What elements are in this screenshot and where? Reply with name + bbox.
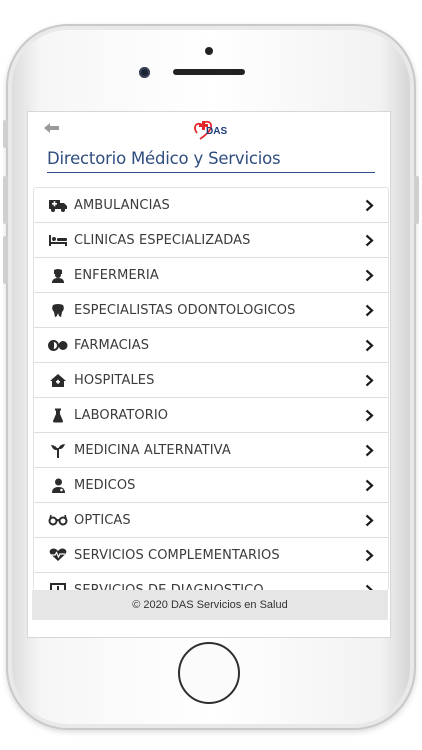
das-logo: DAS <box>194 120 227 140</box>
footer: © 2020 DAS Servicios en Salud <box>32 590 388 620</box>
volume-up-button <box>3 176 8 224</box>
list-item-opticas[interactable]: OPTICAS <box>34 503 388 538</box>
nurse-icon <box>48 267 68 283</box>
proximity-sensor <box>205 47 213 55</box>
top-bar: DAS <box>28 112 390 146</box>
list-item-label: MEDICINA ALTERNATIVA <box>74 442 231 458</box>
chevron-right-icon <box>365 444 374 457</box>
list-item-odontologicos[interactable]: ESPECIALISTAS ODONTOLOGICOS <box>34 293 388 328</box>
chevron-right-icon <box>365 304 374 317</box>
list-item-label: ESPECIALISTAS ODONTOLOGICOS <box>74 302 296 318</box>
chevron-right-icon <box>365 199 374 212</box>
back-arrow-icon[interactable] <box>43 121 61 135</box>
chevron-right-icon <box>365 549 374 562</box>
earpiece-speaker <box>173 69 245 75</box>
chevron-right-icon <box>365 409 374 422</box>
list-item-label: FARMACIAS <box>74 337 150 353</box>
list-item-label: AMBULANCIAS <box>74 197 170 213</box>
logo-text: DAS <box>206 126 227 137</box>
list-item-diagnostico[interactable]: SERVICIOS DE DIAGNOSTICO <box>34 573 388 590</box>
list-item-label: OPTICAS <box>74 512 131 528</box>
list-item-farmacias[interactable]: FARMACIAS <box>34 328 388 363</box>
heartbeat-icon <box>48 547 68 563</box>
list-item-label: CLINICAS ESPECIALIZADAS <box>74 232 251 248</box>
bed-icon <box>48 232 68 248</box>
copyright-text: © 2020 DAS Servicios en Salud <box>132 599 288 611</box>
list-item-ambulancias[interactable]: AMBULANCIAS <box>34 188 388 223</box>
chevron-right-icon <box>365 234 374 247</box>
list-item-label: ENFERMERIA <box>74 267 159 283</box>
list-item-label: LABORATORIO <box>74 407 169 423</box>
page-title: Directorio Médico y Servicios <box>47 149 281 168</box>
chevron-right-icon <box>365 479 374 492</box>
chevron-right-icon <box>365 339 374 352</box>
doctor-icon <box>48 477 68 493</box>
app-screen: DAS Directorio Médico y Servicios AMBULA… <box>27 111 391 638</box>
home-button[interactable] <box>178 642 240 704</box>
mute-switch <box>3 120 8 148</box>
list-item-clinicas[interactable]: CLINICAS ESPECIALIZADAS <box>34 223 388 258</box>
chevron-right-icon <box>365 269 374 282</box>
clinic-home-icon <box>48 372 68 388</box>
chevron-right-icon <box>365 374 374 387</box>
tooth-icon <box>48 302 68 318</box>
list-item-laboratorio[interactable]: LABORATORIO <box>34 398 388 433</box>
glasses-icon <box>48 512 68 528</box>
power-button <box>414 176 419 224</box>
ambulance-icon <box>48 197 68 213</box>
front-camera <box>139 67 150 78</box>
list-item-medicos[interactable]: MEDICOS <box>34 468 388 503</box>
list-item-medicina-alternativa[interactable]: MEDICINA ALTERNATIVA <box>34 433 388 468</box>
pills-icon <box>48 337 68 353</box>
list-item-label: HOSPITALES <box>74 372 155 388</box>
list-item-hospitales[interactable]: HOSPITALES <box>34 363 388 398</box>
seedling-icon <box>48 442 68 458</box>
volume-down-button <box>3 236 8 284</box>
category-list[interactable]: AMBULANCIAS CLINICAS ESPECIALIZADAS ENFE… <box>33 187 389 591</box>
chevron-right-icon <box>365 514 374 527</box>
list-item-label: MEDICOS <box>74 477 136 493</box>
flask-icon <box>48 407 68 423</box>
title-section: Directorio Médico y Servicios <box>47 147 375 173</box>
list-item-complementarios[interactable]: SERVICIOS COMPLEMENTARIOS <box>34 538 388 573</box>
list-item-enfermeria[interactable]: ENFERMERIA <box>34 258 388 293</box>
list-item-label: SERVICIOS COMPLEMENTARIOS <box>74 547 280 563</box>
